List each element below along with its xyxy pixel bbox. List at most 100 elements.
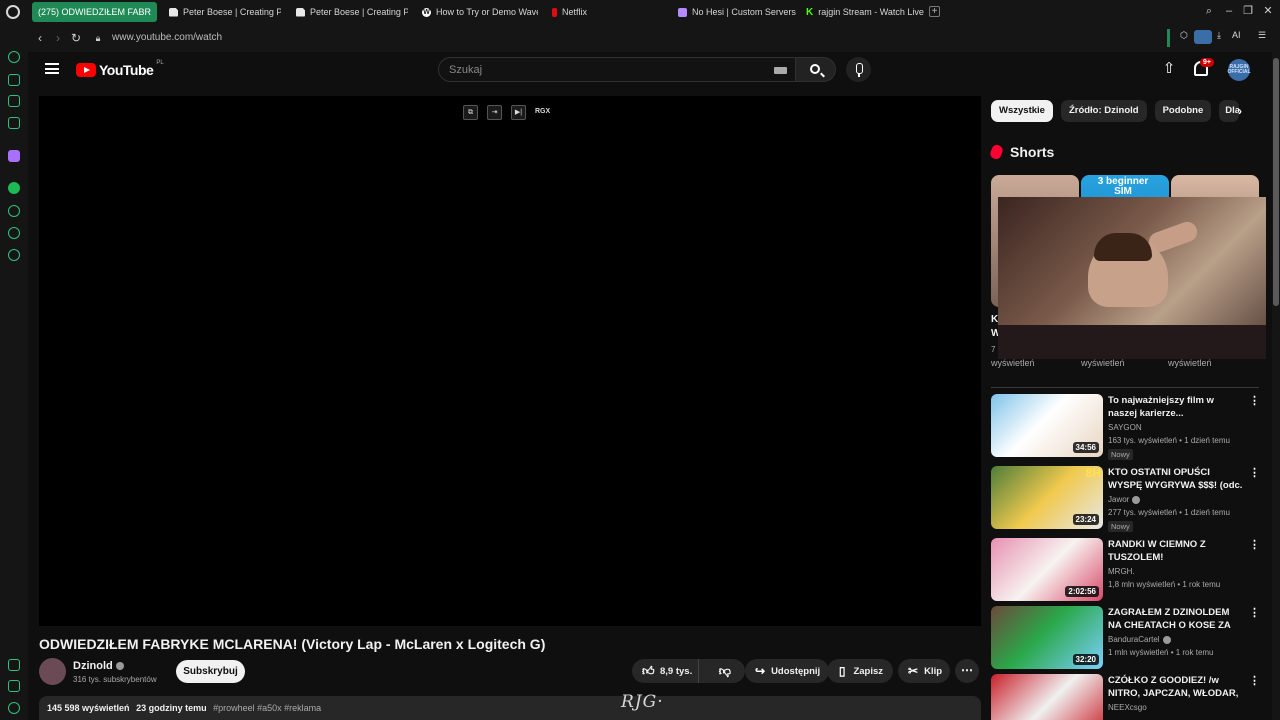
hashtags[interactable]: #prowheel #a50x #reklama xyxy=(213,703,321,713)
search-button[interactable] xyxy=(796,57,836,82)
account-avatar[interactable]: RAJGIN OFFICIAL xyxy=(1227,59,1251,81)
popout-icon[interactable]: ⧉ xyxy=(463,105,478,120)
tab-wave-demo[interactable]: W How to Try or Demo Wave xyxy=(416,2,538,22)
messenger-icon[interactable] xyxy=(8,117,20,129)
video-thumbnail[interactable] xyxy=(991,674,1103,720)
video-menu-icon[interactable]: ⋮ xyxy=(1249,468,1260,479)
tools-icon[interactable] xyxy=(8,659,20,671)
more-icon[interactable] xyxy=(8,702,20,714)
gx-icon[interactable] xyxy=(8,680,20,692)
video-title[interactable]: KTO OSTATNI OPUŚCI WYSPĘ WYGRYWA $$$! (o… xyxy=(1108,466,1243,492)
video-thumbnail[interactable]: 8H 23:24 xyxy=(991,466,1103,529)
search-input[interactable] xyxy=(449,62,749,78)
tab-youtube[interactable]: (275) ODWIEDZIŁEM FABR xyxy=(32,2,157,22)
youtube-logo[interactable]: YouTube PL xyxy=(76,60,164,78)
save-button[interactable]: ▯ Zapisz xyxy=(827,659,893,683)
dislike-button[interactable]: 👎︎ xyxy=(705,659,745,683)
like-button[interactable]: 👍︎ 8,9 tys. xyxy=(632,659,699,683)
bag-icon[interactable] xyxy=(8,74,20,86)
video-thumbnail[interactable]: 2:02:56 xyxy=(991,538,1103,601)
upload-time: 23 godziny temu xyxy=(136,703,207,713)
reload-icon[interactable]: ↻ xyxy=(70,31,82,45)
close-icon[interactable]: ✕ xyxy=(1262,5,1274,17)
scrollbar-thumb[interactable] xyxy=(1273,58,1279,306)
voice-search-button[interactable] xyxy=(846,57,871,82)
video-title[interactable]: RANDKI W CIEMNO Z TUSZOLEM! xyxy=(1108,538,1243,564)
video-thumbnail[interactable]: 34:56 xyxy=(991,394,1103,457)
video-menu-icon[interactable]: ⋮ xyxy=(1249,396,1260,407)
short-badge: 3 beginner SIM xyxy=(1097,176,1149,197)
tab-peter-boese-2[interactable]: Peter Boese | Creating Pu xyxy=(290,2,408,22)
back-icon[interactable]: ‹ xyxy=(34,31,46,45)
channel-name[interactable]: Dzinold xyxy=(73,660,113,672)
recommended-video[interactable]: 32:20 ZAGRAŁEM Z DZINOLDEM NA CHEATACH O… xyxy=(991,606,1260,670)
tab-netflix[interactable]: Netflix xyxy=(546,2,606,22)
next-icon[interactable]: ▶| xyxy=(511,105,526,120)
url-field[interactable]: www.youtube.com/watch xyxy=(112,32,222,43)
chevron-right-icon[interactable]: › xyxy=(1238,104,1242,118)
channel-name-row[interactable]: Jawor xyxy=(1108,495,1141,504)
maximize-icon[interactable]: ❐ xyxy=(1242,5,1254,17)
new-tab-icon[interactable]: + xyxy=(929,6,940,17)
profile-extension-icon[interactable] xyxy=(1194,30,1212,44)
video-title[interactable]: To najważniejszy film w naszej karierze.… xyxy=(1108,394,1243,420)
channel-name-row[interactable]: BanduraCartel xyxy=(1108,635,1171,644)
twitch-icon[interactable] xyxy=(8,150,20,162)
video-menu-icon[interactable]: ⋮ xyxy=(1249,608,1260,619)
channel-name[interactable]: BanduraCartel xyxy=(1108,635,1160,644)
channel-name[interactable]: NEEXcsgo xyxy=(1108,703,1147,712)
recommended-video[interactable]: 8H 23:24 KTO OSTATNI OPUŚCI WYSPĘ WYGRYW… xyxy=(991,466,1260,532)
rgx-button[interactable]: RGX xyxy=(535,105,550,120)
video-title[interactable]: CZÓŁKO Z GOODIEZ! /w NITRO, JAPCZAN, WŁO… xyxy=(1108,674,1243,700)
video-thumbnail[interactable]: 32:20 xyxy=(991,606,1103,669)
sign-in-icon[interactable]: ⇥ xyxy=(487,105,502,120)
settings-icon[interactable] xyxy=(8,249,20,261)
channel-name[interactable]: MRGH. xyxy=(1108,567,1135,576)
easy-setup-icon[interactable]: ☰ xyxy=(1258,30,1266,46)
verified-icon xyxy=(1162,635,1171,644)
menu-icon[interactable] xyxy=(45,63,59,74)
download-icon[interactable]: ⤓ xyxy=(1217,30,1221,46)
spotify-icon[interactable] xyxy=(8,182,20,194)
speed-dial-icon[interactable] xyxy=(8,51,20,63)
chip-similar[interactable]: Podobne xyxy=(1154,100,1212,122)
minimize-icon[interactable]: – xyxy=(1223,5,1235,17)
tab-kick-stream[interactable]: K rajgin Stream - Watch Live xyxy=(800,2,925,22)
share-button[interactable]: ↪ Udostępnij xyxy=(745,659,829,683)
description-box[interactable]: 145 598 wyświetleń 23 godziny temu #prow… xyxy=(39,696,981,720)
recommended-video[interactable]: CZÓŁKO Z GOODIEZ! /w NITRO, JAPCZAN, WŁO… xyxy=(991,674,1260,720)
video-menu-icon[interactable]: ⋮ xyxy=(1249,540,1260,551)
ai-button[interactable]: AI xyxy=(1232,30,1241,46)
shorts-icon xyxy=(988,143,1005,161)
view-count: 145 598 wyświetleń xyxy=(47,703,130,713)
recommended-video[interactable]: 34:56 To najważniejszy film w naszej kar… xyxy=(991,394,1260,460)
more-actions-icon[interactable]: ⋯ xyxy=(955,659,979,683)
browser-logo-icon[interactable] xyxy=(6,5,20,19)
chip-for-you[interactable]: Dla xyxy=(1219,100,1240,122)
tab-peter-boese-1[interactable]: Peter Boese | Creating Pu xyxy=(163,2,281,22)
search-tabs-icon[interactable]: ⌕ xyxy=(1203,5,1215,17)
channel-name[interactable]: SAYGON xyxy=(1108,423,1142,432)
news-icon[interactable] xyxy=(8,95,20,107)
channel-name-row[interactable]: Dzinold xyxy=(73,660,124,672)
clip-button[interactable]: ✂ Klip xyxy=(898,659,950,683)
upload-icon[interactable]: ⇧ xyxy=(1162,61,1176,77)
forward-icon[interactable]: › xyxy=(52,31,64,45)
video-title[interactable]: ZAGRAŁEM Z DZINOLDEM NA CHEATACH O KOSE … xyxy=(1108,606,1243,632)
video-player[interactable]: ⧉ ⇥ ▶| RGX xyxy=(39,96,981,626)
page-scrollbar[interactable] xyxy=(1272,52,1280,720)
chip-all[interactable]: Wszystkie xyxy=(991,100,1053,122)
subscribe-button[interactable]: Subskrybuj xyxy=(176,660,245,683)
video-menu-icon[interactable]: ⋮ xyxy=(1249,676,1260,687)
video-title: ODWIEDZIŁEM FABRYKE MCLARENA! (Victory L… xyxy=(39,636,546,652)
clip-label: Klip xyxy=(924,665,943,677)
keyboard-icon[interactable] xyxy=(774,67,787,74)
recommended-video[interactable]: 2:02:56 RANDKI W CIEMNO Z TUSZOLEM! MRGH… xyxy=(991,538,1260,602)
history-icon[interactable] xyxy=(8,205,20,217)
channel-name[interactable]: Jawor xyxy=(1108,495,1129,504)
extensions-icon[interactable] xyxy=(8,227,20,239)
channel-avatar[interactable] xyxy=(39,658,66,685)
chip-source[interactable]: Źródło: Dzinold xyxy=(1060,100,1147,122)
extension-icon[interactable]: ⬡ xyxy=(1180,30,1188,46)
tab-no-hesi[interactable]: No Hesi | Custom Servers xyxy=(672,2,797,22)
